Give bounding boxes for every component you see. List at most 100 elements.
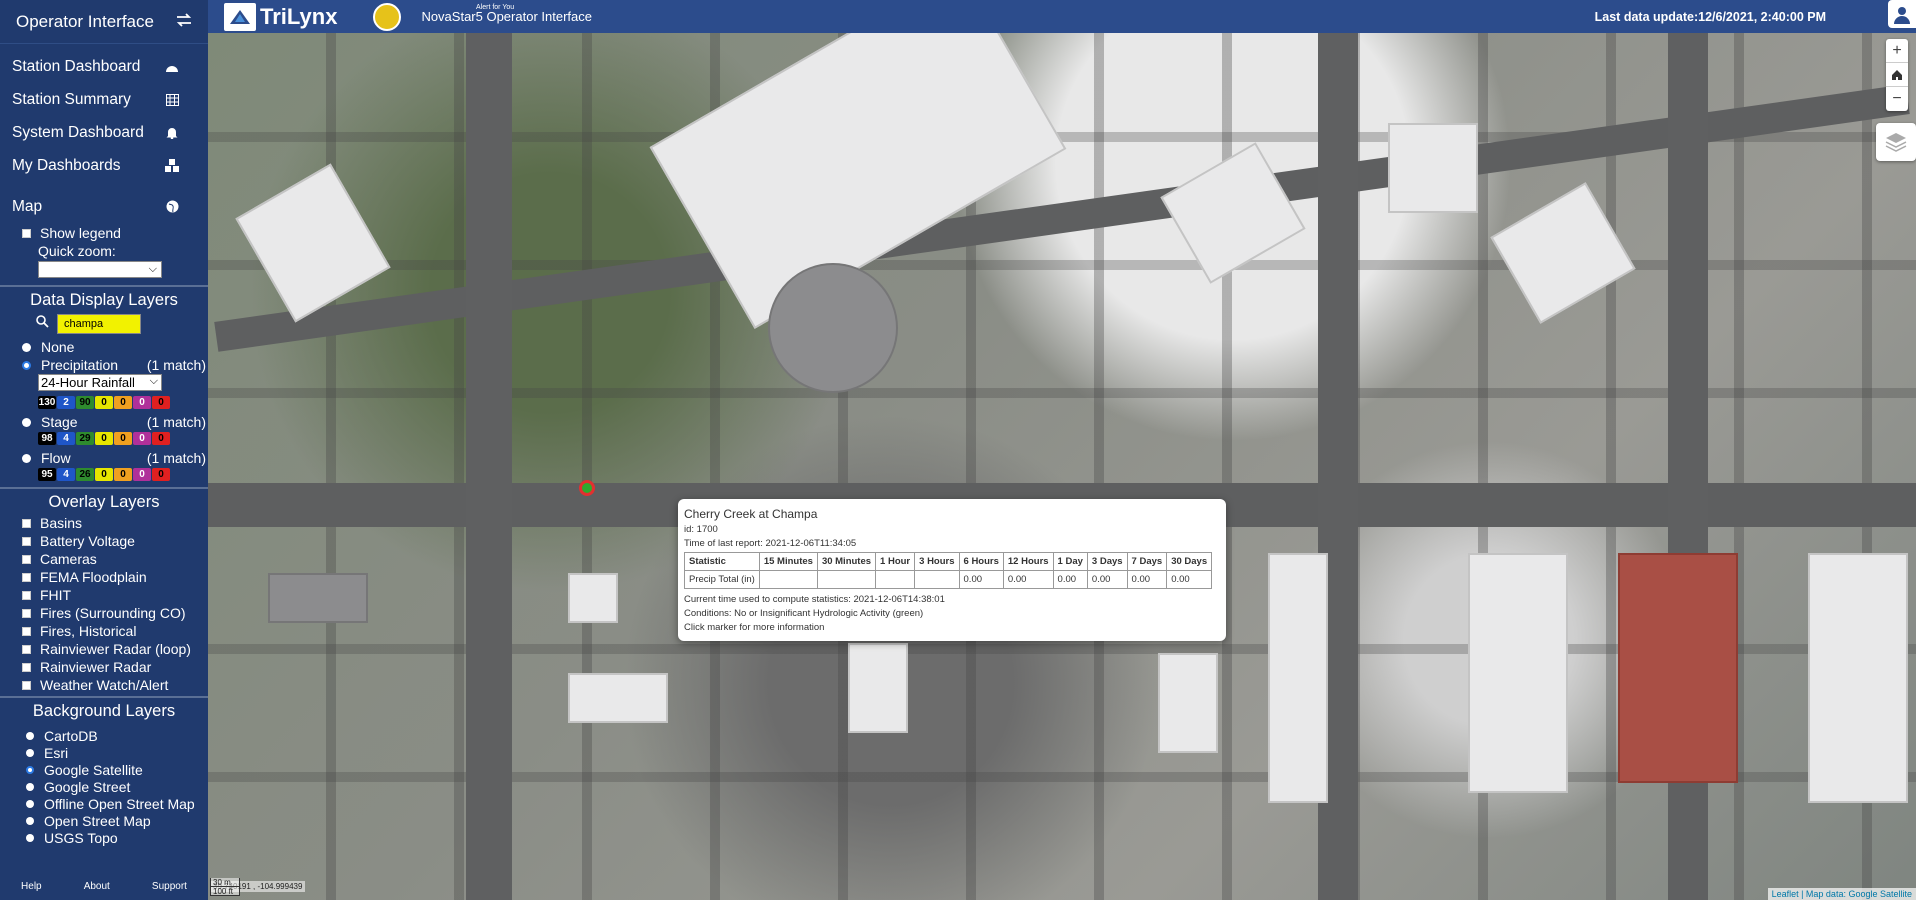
background-item[interactable]: Esri [0, 744, 208, 761]
layers-control-button[interactable] [1876, 123, 1916, 161]
background-item[interactable]: Google Street [0, 778, 208, 795]
background-item[interactable]: Offline Open Street Map [0, 795, 208, 812]
legend-swatch: 26 [76, 468, 94, 481]
legend-swatch: 0 [95, 396, 113, 409]
overlay-item[interactable]: Rainviewer Radar (loop) [0, 640, 208, 658]
layer-flow[interactable]: Flow (1 match) [0, 449, 208, 467]
background-radio[interactable] [26, 782, 34, 791]
table-icon [164, 92, 180, 108]
quick-zoom-select[interactable]: ⌵ [38, 261, 162, 278]
overlay-item[interactable]: Cameras [0, 550, 208, 568]
map-building [1160, 142, 1306, 284]
overlay-checkbox[interactable] [22, 608, 31, 618]
bell-icon [164, 125, 180, 141]
collapse-toggle-icon[interactable] [176, 12, 192, 32]
overlay-checkbox[interactable] [22, 536, 31, 546]
stats-cell: 0.00 [1002, 570, 1054, 589]
support-link[interactable]: Support [152, 881, 187, 892]
legend-swatch: 130 [38, 396, 56, 409]
background-radio[interactable] [26, 799, 34, 808]
user-avatar-icon[interactable] [1888, 0, 1916, 28]
background-label: Esri [44, 744, 69, 761]
background-radio[interactable] [26, 731, 34, 740]
background-list: CartoDB Esri Google Satellite Google Street… [0, 727, 208, 846]
precip-select-wrapper: 24-Hour Rainfall ⌵ [0, 374, 208, 395]
zoom-out-button[interactable]: − [1886, 87, 1908, 111]
background-item[interactable]: CartoDB [0, 727, 208, 744]
overlay-label: Battery Voltage [40, 533, 135, 549]
overlay-checkbox[interactable] [22, 518, 31, 528]
nav-my-dashboards[interactable]: My Dashboards [0, 149, 208, 182]
map-building [1808, 553, 1908, 803]
about-link[interactable]: About [84, 881, 110, 892]
layer-radio[interactable] [22, 417, 31, 427]
overlay-checkbox[interactable] [22, 662, 31, 672]
background-radio[interactable] [26, 833, 34, 842]
overlay-checkbox[interactable] [22, 644, 31, 654]
stats-header-cell: 30 Minutes [816, 552, 877, 571]
last-update-text: Last data update:12/6/2021, 2:40:00 PM [1594, 9, 1826, 24]
stats-cell [816, 570, 877, 589]
search-input[interactable] [57, 314, 141, 334]
background-radio[interactable] [26, 748, 34, 757]
nav-label: System Dashboard [12, 123, 144, 141]
layer-radio[interactable] [22, 342, 31, 352]
station-marker[interactable] [579, 480, 595, 496]
flow-swatches: 95 4 26 0 0 0 0 [0, 468, 208, 483]
help-link[interactable]: Help [21, 881, 42, 892]
legend-swatch: 4 [57, 432, 75, 445]
overlay-item[interactable]: Weather Watch/Alert [0, 676, 208, 694]
quick-zoom-wrapper: ⌵ [0, 261, 208, 281]
stats-cell: 0.00 [1126, 570, 1168, 589]
match-count: (1 match) [146, 357, 206, 373]
home-button[interactable] [1886, 63, 1908, 87]
overlay-checkbox[interactable] [22, 590, 31, 600]
layers-icon [1885, 133, 1907, 152]
zoom-in-button[interactable]: + [1886, 39, 1908, 63]
layer-radio[interactable] [22, 453, 31, 463]
map-attribution[interactable]: Leaflet | Map data: Google Satellite [1767, 888, 1916, 900]
nav-system-dashboard[interactable]: System Dashboard [0, 116, 208, 149]
layer-label: Precipitation [41, 357, 119, 373]
legend-swatch: 0 [152, 432, 170, 445]
background-label: CartoDB [44, 727, 98, 744]
map-canvas[interactable]: Cherry Creek at Champa id: 1700 Time of … [208, 33, 1916, 900]
stats-header-cell: 1 Hour [875, 552, 916, 571]
map-scale-bar: 30 m 100 ft [210, 878, 240, 896]
background-radio[interactable] [26, 765, 34, 774]
sidebar-footer: Help About Support [0, 881, 208, 892]
layer-precipitation[interactable]: Precipitation (1 match) [0, 356, 208, 374]
show-legend-checkbox[interactable] [22, 228, 31, 238]
stats-cell: Precip Total (in) [684, 570, 760, 589]
nav-map[interactable]: Map [0, 190, 208, 223]
stats-cell [758, 570, 818, 589]
overlay-item[interactable]: Fires (Surrounding CO) [0, 604, 208, 622]
overlay-item[interactable]: Fires, Historical [0, 622, 208, 640]
background-item[interactable]: USGS Topo [0, 829, 208, 846]
background-item[interactable]: Google Satellite [0, 761, 208, 778]
background-label: Google Street [44, 778, 131, 795]
overlay-item[interactable]: FHIT [0, 586, 208, 604]
overlay-item[interactable]: Rainviewer Radar [0, 658, 208, 676]
stats-header-cell: 12 Hours [1002, 552, 1054, 571]
overlay-checkbox[interactable] [22, 680, 31, 690]
show-legend-toggle[interactable]: Show legend [0, 223, 208, 243]
overlay-label: FHIT [40, 587, 72, 603]
overlay-checkbox[interactable] [22, 626, 31, 636]
stats-header-cell: 3 Hours [914, 552, 960, 571]
layer-radio-selected[interactable] [22, 360, 31, 370]
background-radio[interactable] [26, 816, 34, 825]
layer-none[interactable]: None [0, 338, 208, 356]
nav-station-dashboard[interactable]: Station Dashboard [0, 50, 208, 83]
overlay-item[interactable]: Battery Voltage [0, 532, 208, 550]
overlay-item[interactable]: FEMA Floodplain [0, 568, 208, 586]
popup-current-time: Current time used to compute statistics:… [684, 594, 945, 605]
precip-type-select[interactable]: 24-Hour Rainfall ⌵ [38, 374, 162, 391]
background-item[interactable]: Open Street Map [0, 812, 208, 829]
overlay-item[interactable]: Basins [0, 514, 208, 532]
overlay-checkbox[interactable] [22, 554, 31, 564]
stats-header-cell: 7 Days [1126, 552, 1168, 571]
nav-station-summary[interactable]: Station Summary [0, 83, 208, 116]
layer-stage[interactable]: Stage (1 match) [0, 413, 208, 431]
overlay-checkbox[interactable] [22, 572, 31, 582]
